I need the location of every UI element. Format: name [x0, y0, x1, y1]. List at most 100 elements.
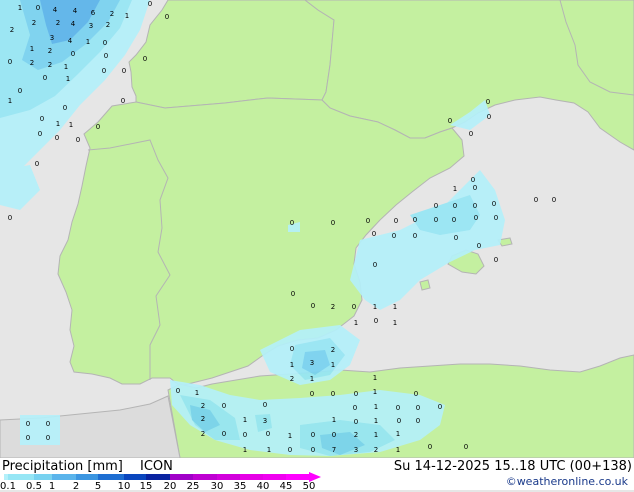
scale-tick-label: 0.5	[26, 481, 42, 492]
precip-value-label: 2	[201, 430, 205, 438]
precip-value-label: 0	[291, 290, 295, 298]
precip-value-label: 1	[288, 432, 292, 440]
precip-value-label: 0	[331, 390, 335, 398]
precip-value-label: 0	[266, 430, 270, 438]
precip-value-label: 1	[331, 361, 335, 369]
precip-value-label: 0	[165, 13, 169, 21]
precip-value-label: 3	[89, 22, 93, 30]
scale-segment	[34, 474, 52, 480]
precip-value-label: 1	[393, 303, 397, 311]
scale-tick-label: 1	[48, 481, 56, 492]
precip-value-label: 1	[393, 319, 397, 327]
precip-value-label: 0	[396, 404, 400, 412]
precip-value-label: 0	[288, 446, 292, 454]
map-canvas: 1 0 4 4 6 2 10022 2 4 3 23 4 1 01 2 0 0 00 2 2 1 0 00 1010001 1 0…	[0, 0, 634, 458]
precip-value-label: 0	[38, 130, 42, 138]
precip-value-label: 1	[56, 120, 60, 128]
scale-tick-label: 35	[233, 481, 247, 492]
precip-value-label: 0	[40, 115, 44, 123]
credit-link[interactable]: ©weatheronline.co.uk	[506, 475, 628, 488]
scale-segment	[286, 474, 309, 480]
precip-value-label: 0	[76, 136, 80, 144]
precip-value-label: 3	[354, 446, 358, 454]
precip-value-label: 0	[469, 130, 473, 138]
scale-segment	[52, 474, 76, 480]
scale-segment	[124, 474, 146, 480]
scale-tick-label: 10	[117, 481, 131, 492]
precip-value-label: 0	[148, 0, 152, 8]
scale-segment	[8, 474, 34, 480]
precip-value-label: 0	[413, 232, 417, 240]
precip-value-label: 1	[453, 185, 457, 193]
precip-value-label: 0	[122, 67, 126, 75]
precip-value-label: 1	[125, 12, 129, 20]
precip-value-label: 0	[46, 420, 50, 428]
precip-value-label: 0	[473, 202, 477, 210]
precip-value-label: 0	[492, 200, 496, 208]
precip-value-label: 0	[366, 217, 370, 225]
precip-value-label: 0	[35, 160, 39, 168]
precip-value-label: 0	[71, 50, 75, 58]
precip-value-label: 0	[290, 219, 294, 227]
precip-value-label: 0	[416, 404, 420, 412]
scale-segment	[76, 474, 98, 480]
precip-value-label: 2	[331, 346, 335, 354]
precip-value-label: 1	[66, 75, 70, 83]
map-title: Precipitation [mm]	[2, 459, 123, 474]
scale-tick-label: 15	[139, 481, 153, 492]
precip-value-label: 2	[354, 431, 358, 439]
precip-value-label: 2	[106, 21, 110, 29]
scale-tick-label: 5	[94, 481, 102, 492]
precip-value-label: 0	[374, 317, 378, 325]
precip-value-label: 1	[374, 403, 378, 411]
precip-value-label: 0	[243, 431, 247, 439]
precip-value-label: 0	[534, 196, 538, 204]
precip-value-label: 2	[201, 415, 205, 423]
scale-segment	[240, 474, 263, 480]
precip-value-label: 1	[69, 121, 73, 129]
precip-value-label: 0	[477, 242, 481, 250]
precip-value-label: 7	[332, 446, 336, 454]
precip-value-label: 3	[50, 34, 54, 42]
precip-value-label: 0	[438, 403, 442, 411]
precip-value-label: 0	[222, 430, 226, 438]
precip-value-label: 0	[448, 117, 452, 125]
scale-tick-label: 40	[256, 481, 270, 492]
precip-value-label: 0	[311, 302, 315, 310]
precip-value-label: 1	[8, 97, 12, 105]
precip-value-label: 0	[453, 202, 457, 210]
precip-value-label: 2	[374, 446, 378, 454]
scale-tick-label: 45	[279, 481, 293, 492]
precip-value-label: 0	[414, 390, 418, 398]
land-france	[128, 0, 335, 109]
precip-value-label: 0	[486, 98, 490, 106]
precip-value-label: 0	[471, 176, 475, 184]
precip-value-label: 2	[10, 26, 14, 34]
precip-value-label: 0	[332, 431, 336, 439]
precip-value-label: 0	[434, 202, 438, 210]
scale-segment	[170, 474, 193, 480]
precip-value-label: 0	[392, 232, 396, 240]
precip-value-label: 4	[71, 20, 76, 28]
precip-value-label: 0	[311, 431, 315, 439]
precip-value-label: 0	[8, 58, 12, 66]
precip-value-label: 0	[26, 434, 30, 442]
scale-tick-label: 20	[163, 481, 177, 492]
precip-value-label: 2	[48, 47, 52, 55]
model-name: ICON	[140, 459, 173, 474]
precip-value-label: 4	[68, 37, 73, 45]
scale-segment	[263, 474, 286, 480]
precip-value-label: 0	[494, 214, 498, 222]
precip-value-label: 1	[243, 416, 247, 424]
precip-value-label: 0	[354, 390, 358, 398]
land-ibiza	[419, 279, 431, 291]
precip-value-label: 1	[396, 430, 400, 438]
scale-segment	[98, 474, 124, 480]
precip-value-label: 0	[36, 4, 40, 12]
precip-value-label: 0	[103, 39, 107, 47]
scale-tick-label: 25	[186, 481, 200, 492]
precip-value-label: 1	[18, 4, 22, 12]
precip-value-label: 1	[310, 375, 314, 383]
scale-segment	[193, 474, 217, 480]
precip-value-label: 1	[374, 417, 378, 425]
